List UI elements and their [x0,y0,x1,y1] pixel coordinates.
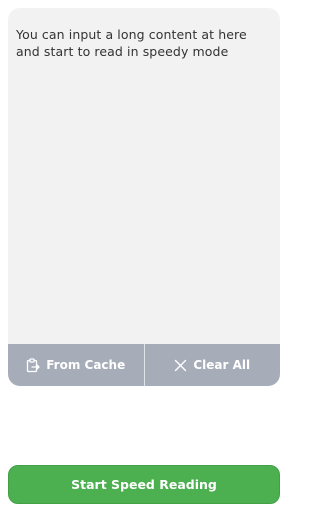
from-cache-label: From Cache [46,358,126,372]
speed-reader-screen: You can input a long content at here and… [0,0,288,512]
input-placeholder-text[interactable]: You can input a long content at here and… [16,26,270,60]
close-icon [174,359,187,372]
clipboard-icon [26,357,40,373]
clear-all-button[interactable]: Clear All [145,344,281,386]
editor-action-bar: From Cache Clear All [8,344,280,386]
clear-all-label: Clear All [193,358,251,372]
from-cache-button[interactable]: From Cache [8,344,144,386]
start-speed-reading-button[interactable]: Start Speed Reading [8,465,280,504]
text-input-area[interactable]: You can input a long content at here and… [8,8,280,386]
